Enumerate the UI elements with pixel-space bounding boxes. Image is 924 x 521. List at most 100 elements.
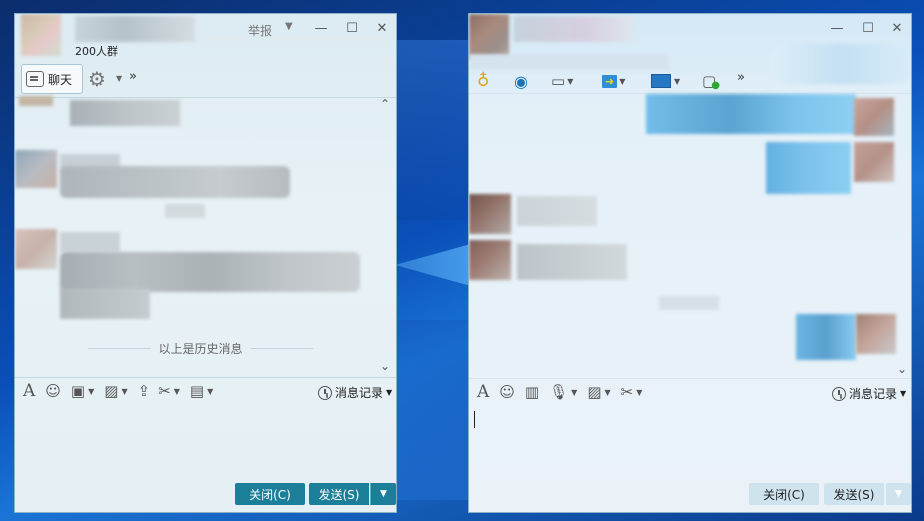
image-dropdown-icon[interactable]: ▼ <box>605 388 611 397</box>
sender-name <box>60 232 120 252</box>
shortcut-icon[interactable]: ▤ <box>190 381 204 401</box>
scroll-down-icon[interactable]: ⌄ <box>897 362 907 376</box>
title-bar[interactable]: 举报 ▼ — ☐ ✕ <box>15 14 396 56</box>
send-options-button[interactable]: ▼ <box>885 483 911 505</box>
sender-name <box>70 100 180 126</box>
avatar[interactable] <box>19 96 53 106</box>
message-bubble[interactable] <box>60 166 290 198</box>
divider <box>15 377 396 378</box>
contact-status <box>469 54 669 70</box>
scissors-icon[interactable]: ✂ <box>158 381 171 401</box>
maximize-button[interactable]: ☐ <box>857 20 879 38</box>
contact-avatar[interactable] <box>469 240 511 280</box>
title-bar[interactable]: — ☐ ✕ <box>469 14 911 70</box>
font-icon[interactable]: A <box>477 382 489 402</box>
self-avatar[interactable] <box>854 98 894 136</box>
message-bubble-self[interactable] <box>796 314 856 360</box>
upload-icon[interactable]: ⇪ <box>138 381 151 401</box>
chat-bubble-icon <box>26 71 44 87</box>
group-avatar[interactable] <box>21 14 61 56</box>
message-bubble-self[interactable] <box>646 94 856 134</box>
message-bubble-other[interactable] <box>517 244 627 280</box>
history-divider: 以上是历史消息 <box>88 340 314 357</box>
microphone-icon[interactable]: 🎙 <box>549 382 568 402</box>
chevron-down-icon: ▼ <box>386 388 393 397</box>
close-window-button[interactable]: ✕ <box>886 20 908 38</box>
header-decoration <box>769 44 911 84</box>
scissors-dropdown-icon[interactable]: ▼ <box>636 388 642 397</box>
contact-avatar[interactable] <box>469 194 511 234</box>
gif-dropdown-icon[interactable]: ▼ <box>88 387 94 396</box>
maximize-button[interactable]: ☐ <box>341 20 363 38</box>
emoji-icon[interactable]: ☺ <box>499 382 515 402</box>
report-dropdown-icon[interactable]: ▼ <box>285 21 293 32</box>
timestamp <box>659 296 719 310</box>
message-input[interactable] <box>469 406 911 478</box>
message-bubble[interactable] <box>60 289 150 319</box>
scroll-up-icon[interactable]: ⌃ <box>380 97 390 111</box>
image-icon[interactable]: ▨ <box>104 381 118 401</box>
chevron-down-icon: ▼ <box>674 76 681 86</box>
message-history-label: 消息记录 <box>849 387 898 401</box>
image-icon[interactable]: ▨ <box>587 382 601 402</box>
member-count: 200人群 <box>75 45 118 58</box>
avatar[interactable] <box>15 229 57 269</box>
message-bubble-other[interactable] <box>517 196 597 226</box>
microphone-dropdown-icon[interactable]: ▼ <box>571 388 577 397</box>
emoji-icon[interactable]: ☺ <box>45 381 61 401</box>
history-divider-label: 以上是历史消息 <box>158 342 243 356</box>
report-link[interactable]: 举报 <box>248 22 272 39</box>
avatar[interactable] <box>15 150 57 188</box>
input-toolbar: A ☺ ▣ ▼ ▨ ▼ ⇪ ✂ ▼ ▤ ▼ <box>23 381 219 401</box>
scissors-icon[interactable]: ✂ <box>621 382 634 402</box>
font-icon[interactable]: A <box>23 381 35 401</box>
message-history-button[interactable]: 消息记录 ▼ <box>832 385 906 402</box>
voice-call-icon[interactable]: ♁ <box>477 70 489 92</box>
scroll-down-icon[interactable]: ⌄ <box>380 359 390 373</box>
desktop-light-beam <box>395 40 475 220</box>
tab-chat[interactable]: 聊天 <box>21 64 83 94</box>
minimize-button[interactable]: — <box>310 20 332 38</box>
scissors-dropdown-icon[interactable]: ▼ <box>174 387 180 396</box>
shake-icon[interactable]: ▥ <box>525 382 539 402</box>
divider <box>469 378 911 379</box>
create-discussion-icon[interactable]: ▢ ● <box>702 70 720 92</box>
gear-dropdown-icon[interactable]: ▼ <box>116 74 122 83</box>
close-button[interactable]: 关闭(C) <box>749 483 819 505</box>
chevron-down-icon: ▼ <box>900 389 907 398</box>
message-history-label: 消息记录 <box>335 386 384 400</box>
tab-chat-label: 聊天 <box>48 72 73 87</box>
shortcut-dropdown-icon[interactable]: ▼ <box>207 387 213 396</box>
screen-share-icon[interactable]: ▼ <box>651 70 686 92</box>
clock-icon <box>318 385 332 400</box>
image-dropdown-icon[interactable]: ▼ <box>121 387 127 396</box>
video-call-icon[interactable]: ◉ <box>514 70 528 92</box>
clock-icon <box>832 386 846 401</box>
more-tabs-button[interactable]: » <box>129 69 137 84</box>
remote-desktop-icon[interactable]: ▭ ▼ <box>551 70 579 92</box>
desktop-light-beam <box>395 320 475 500</box>
message-fragment <box>165 204 205 218</box>
send-button[interactable]: 发送(S) <box>824 483 884 505</box>
gear-icon[interactable]: ⚙ <box>88 69 106 89</box>
gif-icon[interactable]: ▣ <box>71 381 85 401</box>
chevron-down-icon: ▼ <box>619 76 626 86</box>
send-file-icon[interactable]: ➜ ▼ <box>602 70 631 92</box>
close-button[interactable]: 关闭(C) <box>235 483 305 505</box>
minimize-button[interactable]: — <box>826 20 848 38</box>
send-options-button[interactable]: ▼ <box>370 483 396 505</box>
send-button[interactable]: 发送(S) <box>309 483 369 505</box>
self-avatar[interactable] <box>854 142 894 182</box>
message-history-button[interactable]: 消息记录 ▼ <box>318 384 392 401</box>
message-bubble-self[interactable] <box>766 142 851 194</box>
more-tools-button[interactable]: » <box>737 70 745 85</box>
private-chat-window: — ☐ ✕ ♁ ◉ ▭ ▼ ➜ ▼ ▼ ▢ ● » ⌄ A ☺ ▥ 🎙 ▼ ▨ ▼ ✂ ▼ … <box>468 13 912 513</box>
chevron-down-icon: ▼ <box>567 76 574 86</box>
message-input[interactable] <box>15 406 396 478</box>
group-name <box>75 16 195 42</box>
message-bubble[interactable] <box>60 252 360 292</box>
divider <box>15 97 396 98</box>
self-avatar[interactable] <box>856 314 896 354</box>
close-window-button[interactable]: ✕ <box>371 20 393 38</box>
text-cursor <box>474 411 475 428</box>
